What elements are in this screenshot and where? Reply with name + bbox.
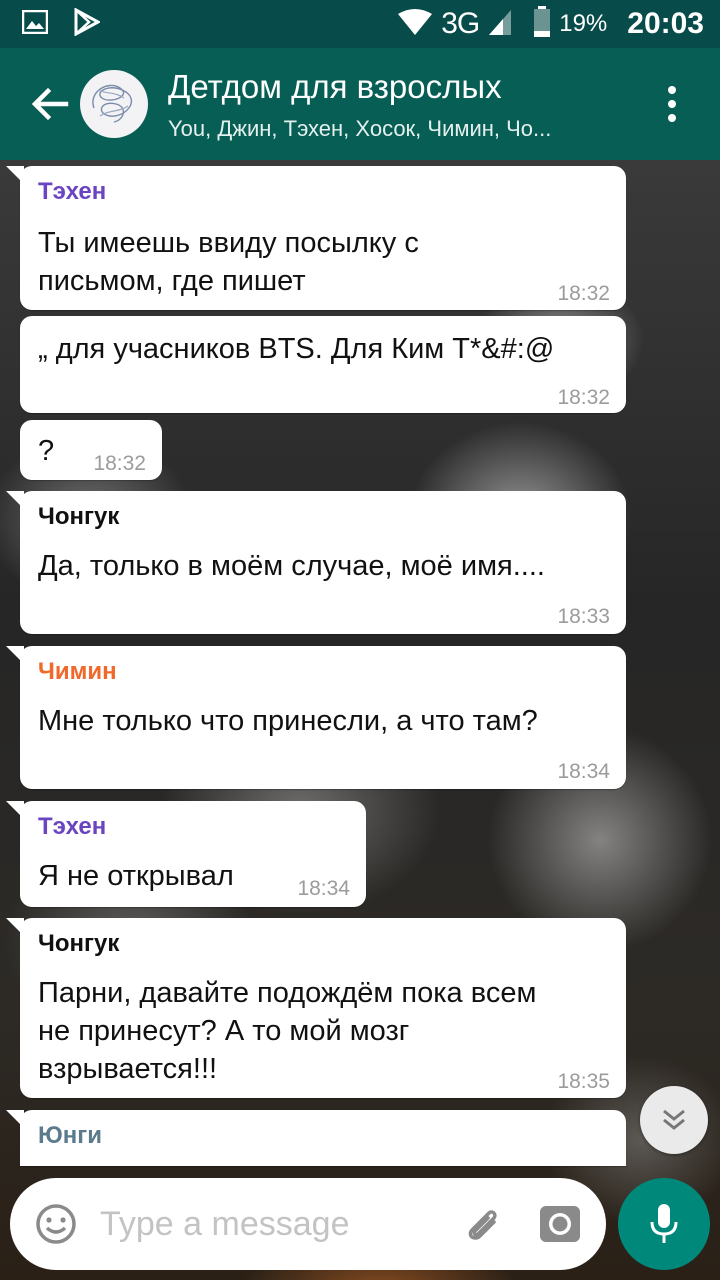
message-text: Ты имеешь ввиду посылку с письмом, где п… — [38, 227, 419, 297]
attach-icon — [468, 1210, 497, 1240]
attach-button[interactable] — [458, 1200, 506, 1248]
battery-level: 19% — [559, 10, 608, 37]
menu-dots-icon — [668, 86, 676, 122]
battery-icon — [533, 5, 551, 43]
camera-icon — [540, 1206, 580, 1242]
chat-header: Детдом для взрослых You, Джин, Тэхен, Хо… — [0, 48, 720, 160]
chevron-double-down-icon — [663, 1109, 685, 1130]
message-time: 18:33 — [557, 605, 610, 628]
scroll-to-bottom-button[interactable] — [640, 1086, 708, 1154]
message-time: 18:32 — [557, 386, 610, 409]
message-time: 18:35 — [557, 1070, 610, 1093]
emoji-button[interactable] — [34, 1202, 78, 1246]
back-arrow-icon — [31, 87, 69, 121]
message-bubble[interactable]: Тэхен Я не открывал 18:34 — [6, 801, 366, 907]
status-bar: 3G 19% 20:03 — [0, 0, 720, 48]
network-type: 3G — [441, 7, 480, 40]
group-avatar[interactable] — [80, 70, 148, 138]
sender-name: Чимин — [38, 658, 117, 685]
message-bubble[interactable]: ? 18:32 — [20, 420, 162, 480]
avatar-scribble-icon — [92, 84, 133, 123]
message-text: Да, только в моём случае, моё имя.... — [38, 550, 545, 582]
sender-name: Чонгук — [38, 930, 120, 957]
signal-icon — [487, 8, 513, 41]
message-bubble[interactable]: Чонгук Парни, давайте подождём пока всем… — [6, 918, 626, 1098]
mic-icon — [650, 1204, 678, 1243]
clock: 20:03 — [627, 7, 704, 40]
message-bubble[interactable]: Тэхен Ты имеешь ввиду посылку с письмом,… — [6, 166, 626, 310]
emoji-icon — [36, 1204, 76, 1244]
message-bubble[interactable]: „ для учасников BTS. Для Ким Т*&#:@ 18:3… — [20, 316, 626, 413]
sender-name: Чонгук — [38, 503, 120, 530]
message-time: 18:34 — [297, 877, 350, 900]
sender-name: Тэхен — [38, 178, 107, 205]
message-text: Парни, давайте подождём пока всем не при… — [38, 977, 537, 1085]
message-input[interactable] — [100, 1200, 440, 1248]
message-time: 18:32 — [557, 282, 610, 305]
message-text: Я не открывал — [38, 860, 234, 892]
back-button[interactable] — [28, 82, 72, 126]
message-bubble[interactable]: Юнги — [6, 1110, 626, 1166]
sender-name: Тэхен — [38, 813, 107, 840]
message-bubble[interactable]: Чимин Мне только что принесли, а что там… — [6, 646, 626, 789]
message-composer — [10, 1178, 606, 1270]
chat-participants[interactable]: You, Джин, Тэхен, Хосок, Чимин, Чо... — [168, 116, 618, 142]
message-text: „ для учасников BTS. Для Ким Т*&#:@ — [38, 333, 555, 365]
message-time: 18:34 — [557, 760, 610, 783]
image-icon — [21, 9, 49, 39]
play-store-icon — [74, 6, 102, 41]
message-text: Мне только что принесли, а что там? — [38, 705, 538, 737]
sender-name: Юнги — [38, 1122, 102, 1149]
menu-button[interactable] — [660, 84, 684, 124]
message-time: 18:32 — [93, 452, 146, 475]
message-bubble[interactable]: Чонгук Да, только в моём случае, моё имя… — [6, 491, 626, 634]
message-text: ? — [38, 435, 55, 467]
voice-message-button[interactable] — [618, 1178, 710, 1270]
wifi-icon — [397, 8, 433, 41]
camera-button[interactable] — [538, 1202, 582, 1246]
chat-title[interactable]: Детдом для взрослых — [168, 68, 502, 106]
